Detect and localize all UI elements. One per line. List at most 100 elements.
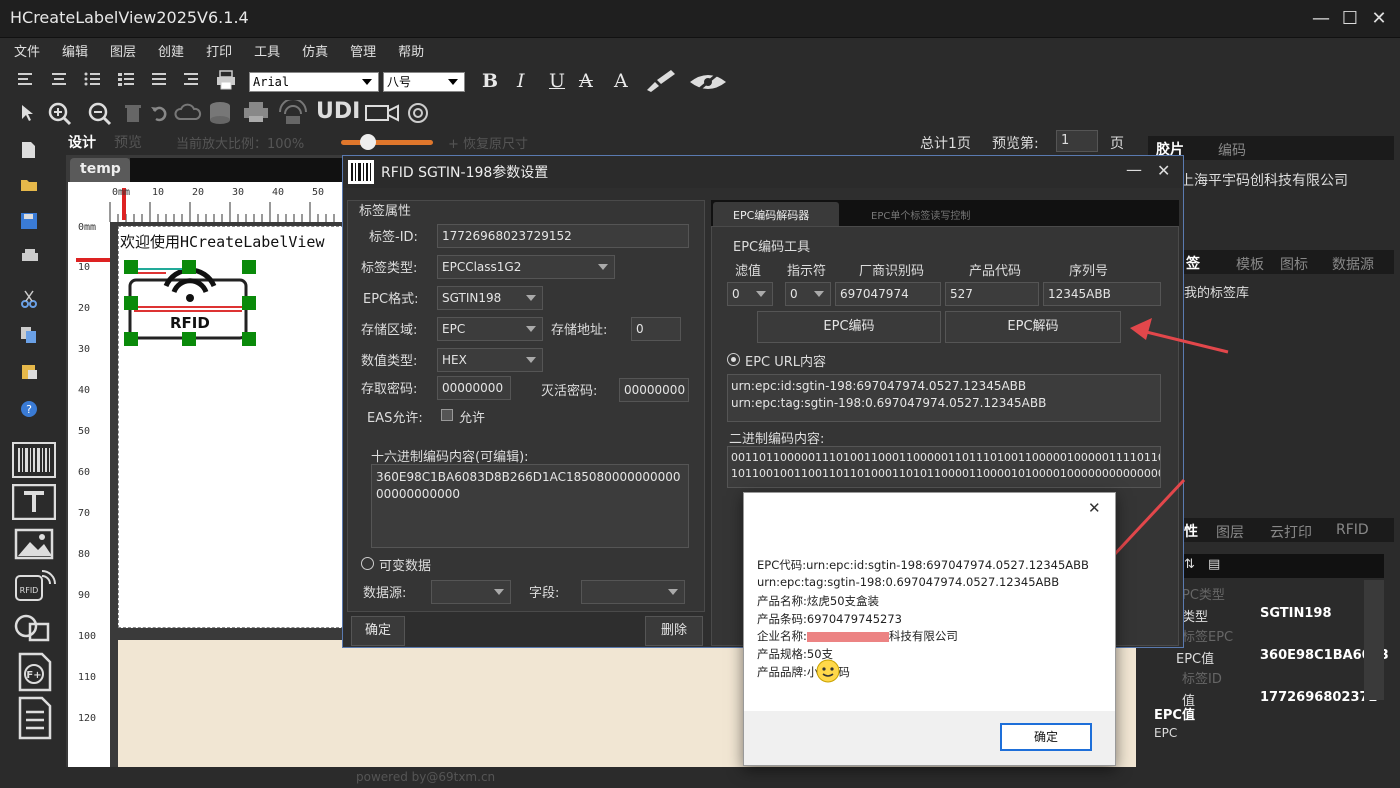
hex-content-textarea[interactable]: 360E98C1BA6083D8B266D1AC1850800000000000… (371, 464, 689, 548)
menu-print[interactable]: 打印 (206, 40, 232, 66)
menu-help[interactable]: 帮助 (398, 40, 424, 66)
close-button[interactable]: ✕ (1366, 6, 1392, 32)
storage-area-select[interactable]: EPC (437, 317, 543, 341)
print-icon[interactable] (216, 70, 236, 90)
menu-tools[interactable]: 工具 (254, 40, 280, 66)
restore-size-button[interactable]: + 恢复原尺寸 (448, 133, 528, 152)
paste-icon[interactable] (20, 362, 38, 380)
my-label-library[interactable]: 我的标签库 (1184, 282, 1249, 301)
product-code-field[interactable]: 527 (945, 282, 1039, 306)
printer-icon[interactable] (242, 102, 270, 124)
undo-icon[interactable] (150, 103, 168, 123)
handle-br[interactable] (242, 332, 256, 346)
zoom-in-icon[interactable] (48, 102, 72, 126)
bold-icon[interactable]: B (482, 70, 498, 92)
delete-button[interactable]: 删除 (645, 616, 703, 646)
tag-id-field[interactable]: 17726968023729152 (437, 224, 689, 248)
epc-url-radio[interactable] (727, 353, 740, 366)
underline-icon[interactable]: U (549, 70, 565, 92)
camera-icon[interactable] (364, 102, 400, 124)
menu-layer[interactable]: 图层 (110, 40, 136, 66)
epc-format-select[interactable]: SGTIN198 (437, 286, 543, 310)
cloud-icon[interactable] (174, 103, 202, 123)
barcode-tool-icon[interactable] (12, 442, 56, 478)
company-prefix-field[interactable]: 697047974 (835, 282, 941, 306)
messagebox-ok-button[interactable]: 确定 (1000, 723, 1092, 751)
value-type-select[interactable]: HEX (437, 348, 543, 372)
tab-icon[interactable]: 图标 (1280, 254, 1308, 274)
dialog-minimize-button[interactable]: — (1126, 160, 1142, 179)
zoom-slider[interactable] (341, 140, 433, 145)
datasource-select[interactable] (431, 580, 511, 604)
help-icon[interactable]: ? (20, 400, 38, 418)
tag-type-select[interactable]: EPCClass1G2 (437, 255, 615, 279)
tab-rfid[interactable]: RFID (1336, 522, 1369, 538)
italic-icon[interactable]: I (517, 70, 525, 92)
new-file-icon[interactable] (20, 140, 38, 160)
pointer-icon[interactable] (20, 104, 34, 122)
menu-manage[interactable]: 管理 (350, 40, 376, 66)
handle-bl[interactable] (124, 332, 138, 346)
udi-icon[interactable]: UDI (316, 99, 360, 124)
selection-handles[interactable] (124, 260, 256, 346)
zoom-out-icon[interactable] (88, 102, 112, 126)
font-name-select[interactable]: Arial (249, 72, 379, 92)
menu-simulate[interactable]: 仿真 (302, 40, 328, 66)
menu-edit[interactable]: 编辑 (62, 40, 88, 66)
messagebox-close-button[interactable]: ✕ (1088, 499, 1101, 517)
tab-label[interactable]: 签 (1186, 253, 1200, 273)
tab-encode[interactable]: 编码 (1218, 140, 1246, 160)
image-tool-icon[interactable] (12, 526, 56, 562)
tab-preview[interactable]: 预览 (114, 132, 142, 152)
tab-single-tag-rw[interactable]: EPC单个标签读写控制 (871, 207, 970, 222)
formula-tool-icon[interactable]: F+ (12, 652, 56, 692)
handle-t[interactable] (182, 260, 196, 274)
copy-icon[interactable] (20, 326, 38, 344)
filter-select[interactable]: 0 (727, 282, 773, 306)
tab-template[interactable]: 模板 (1236, 254, 1264, 274)
indicator-select[interactable]: 0 (785, 282, 831, 306)
variable-data-radio[interactable] (361, 557, 374, 570)
handle-tl[interactable] (124, 260, 138, 274)
handle-l[interactable] (124, 296, 138, 310)
storage-addr-spinner[interactable]: 0 (631, 317, 681, 341)
handle-tr[interactable] (242, 260, 256, 274)
maximize-button[interactable]: ☐ (1337, 6, 1363, 32)
document-tool-icon[interactable] (12, 696, 56, 740)
epc-encode-button[interactable]: EPC编码 (757, 311, 941, 343)
dialog-close-button[interactable]: ✕ (1157, 161, 1170, 180)
properties-scrollbar[interactable] (1364, 580, 1384, 700)
database-icon[interactable] (208, 101, 236, 125)
access-pwd-field[interactable]: 00000000 (437, 376, 511, 400)
document-tab[interactable]: temp (70, 158, 130, 182)
print-preview-icon[interactable] (20, 248, 40, 266)
tab-datasource[interactable]: 数据源 (1332, 254, 1374, 274)
tab-epc-codec[interactable]: EPC编码解码器 (713, 202, 839, 226)
text-tool-icon[interactable] (12, 484, 56, 520)
cut-icon[interactable] (20, 290, 38, 308)
menu-file[interactable]: 文件 (14, 40, 40, 66)
trash-icon[interactable] (124, 103, 142, 123)
openai-icon[interactable] (406, 101, 430, 125)
minimize-button[interactable]: — (1308, 6, 1334, 32)
field-select[interactable] (581, 580, 685, 604)
ok-button[interactable]: 确定 (351, 616, 405, 646)
eas-checkbox[interactable] (441, 409, 453, 421)
menu-create[interactable]: 创建 (158, 40, 184, 66)
handle-r[interactable] (242, 296, 256, 310)
shape-tool-icon[interactable] (12, 610, 56, 646)
rfid-tool-icon[interactable]: RFID (12, 568, 56, 604)
open-folder-icon[interactable] (20, 176, 40, 194)
font-size-select[interactable]: 八号 (383, 72, 465, 92)
kill-pwd-field[interactable]: 00000000 (619, 378, 689, 402)
page-number-input[interactable]: 1 (1056, 130, 1098, 152)
align-icons[interactable] (18, 71, 218, 91)
strikethrough-icon[interactable]: A (579, 70, 593, 92)
zoom-slider-thumb[interactable] (360, 134, 376, 150)
welcome-text[interactable]: 欢迎使用HCreateLabelView (120, 231, 325, 252)
brush-icon[interactable] (645, 70, 679, 94)
tab-cloud-print[interactable]: 云打印 (1270, 522, 1312, 542)
rfid-antenna-icon[interactable] (276, 100, 310, 126)
handle-b[interactable] (182, 332, 196, 346)
tab-design[interactable]: 设计 (68, 132, 96, 152)
